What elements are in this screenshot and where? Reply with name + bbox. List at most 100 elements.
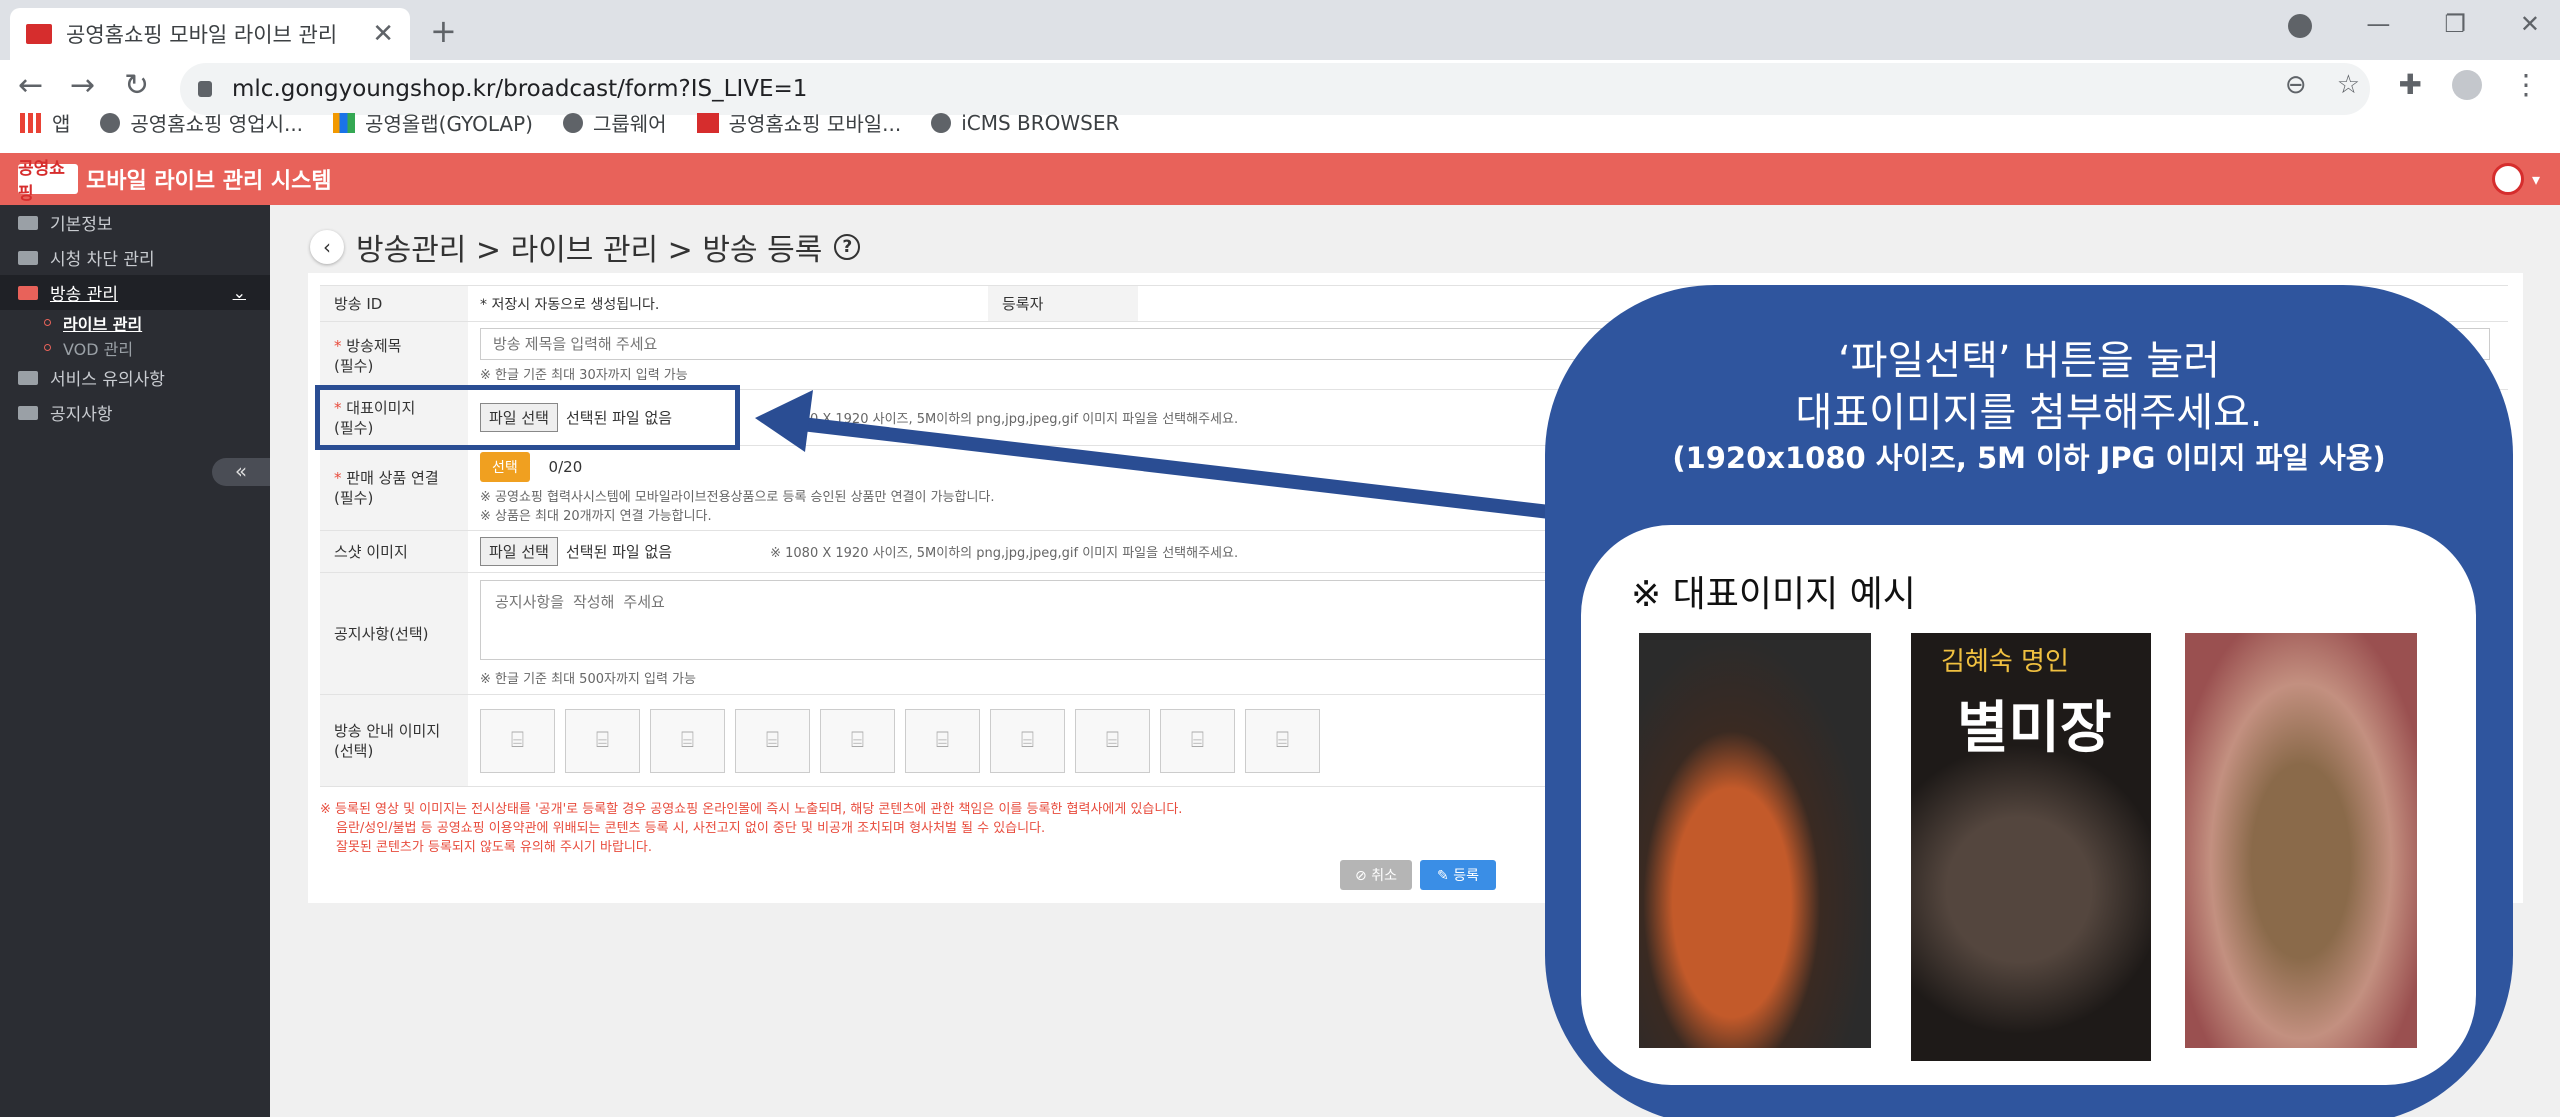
snapshot-hint: ※ 1080 X 1920 사이즈, 5M이하의 png,jpg,jpeg,gi… — [770, 546, 1239, 561]
label-notice: 공지사항(선택) — [320, 572, 468, 695]
camera-icon: ⌸ — [850, 728, 865, 753]
lock-icon — [198, 81, 212, 97]
label-snapshot: 스샷 이미지 — [320, 530, 468, 573]
bookmark-gyolap[interactable]: 공영올랩(GYOLAP) — [333, 108, 533, 137]
example-product-text: 별미장 — [1957, 696, 2112, 761]
camera-icon: ⌸ — [1020, 728, 1035, 753]
bookmark-icms[interactable]: iCMS BROWSER — [931, 111, 1119, 135]
label-broadcast-id: 방송 ID — [320, 285, 468, 322]
example-image-abalone: 김혜숙 명인 별미장 — [1911, 633, 2151, 1061]
app-header: 공영쇼핑 모바일 라이브 관리 시스템 ▾ — [0, 153, 2560, 205]
sidebar-subitem-vod[interactable]: VOD 관리 — [0, 335, 270, 360]
apps-grid-icon — [20, 112, 42, 133]
sidebar-item-block-management[interactable]: 시청 차단 관리 — [0, 240, 270, 275]
example-panel: ※ 대표이미지 예시 김혜숙 명인 별미장 — [1581, 525, 2476, 1085]
chevron-down-icon: ⌄ — [232, 283, 246, 302]
camera-icon: ⌸ — [1190, 728, 1205, 753]
example-brand-text: 김혜숙 명인 — [1941, 647, 2069, 677]
guide-image-slot[interactable]: ⌸ — [905, 708, 980, 773]
guide-image-slot[interactable]: ⌸ — [820, 708, 895, 773]
tag-icon — [18, 215, 38, 230]
bullet-icon — [44, 319, 51, 326]
close-tab-icon[interactable]: ✕ — [372, 19, 394, 49]
bookmark-groupware[interactable]: 그룹웨어 — [562, 108, 667, 137]
example-image-kimchi — [1639, 633, 1871, 1048]
back-button[interactable]: ‹ — [310, 230, 344, 264]
camera-icon: ⌸ — [935, 728, 950, 753]
broadcast-id-value: * 저장시 자동으로 생성됩니다. — [468, 285, 988, 322]
callout-line-1: ‘파일선택’ 버튼을 눌러 — [1837, 338, 2221, 384]
sidebar-item-broadcast-management[interactable]: 방송 관리 ⌄ — [0, 275, 270, 310]
sidebar: 기본정보 시청 차단 관리 방송 관리 ⌄ 라이브 관리 VOD 관리 서비스 유… — [0, 205, 270, 1117]
profile-avatar[interactable] — [2452, 69, 2482, 100]
bullet-icon — [44, 344, 51, 351]
callout-subtitle: (1920x1080 사이즈, 5M 이하 JPG 이미지 파일 사용) — [1672, 441, 2386, 475]
browser-tab-bar: 공영홈쇼핑 모바일 라이브 관리 ✕ + — ❐ ✕ — [0, 0, 2560, 60]
content-warning: ※ 등록된 영상 및 이미지는 전시상태를 '공개'로 등록할 경우 공영쇼핑 … — [320, 800, 1182, 857]
guide-image-slot[interactable]: ⌸ — [1160, 708, 1235, 773]
guide-image-slot[interactable]: ⌸ — [480, 708, 555, 773]
maximize-icon[interactable]: ❐ — [2444, 10, 2466, 38]
guide-image-slot[interactable]: ⌸ — [565, 708, 640, 773]
help-icon[interactable]: ? — [834, 234, 861, 260]
chevron-down-icon[interactable]: ▾ — [2532, 170, 2540, 189]
user-avatar[interactable] — [2491, 163, 2524, 195]
guide-image-slot[interactable]: ⌸ — [650, 708, 725, 773]
label-product: 판매 상품 연결 — [346, 469, 439, 487]
label-registrant: 등록자 — [988, 285, 1138, 322]
page-title: 방송관리 > 라이브 관리 > 방송 등록 — [356, 233, 823, 268]
warning-line-3: 잘못된 콘텐츠가 등록되지 않도록 유의해 주시기 바랍니다. — [336, 840, 652, 855]
back-arrow-icon[interactable]: ← — [18, 68, 43, 103]
instruction-callout: ‘파일선택’ 버튼을 눌러 대표이미지를 첨부해주세요. (1920x1080 … — [1545, 285, 2513, 1117]
globe-icon — [100, 112, 121, 133]
new-tab-button[interactable]: + — [430, 12, 457, 50]
url-path: /broadcast/form?IS_LIVE=1 — [495, 76, 808, 102]
collapse-sidebar-button[interactable]: « — [212, 458, 270, 486]
sidebar-subitem-live[interactable]: 라이브 관리 — [0, 310, 270, 335]
forward-arrow-icon[interactable]: → — [70, 68, 95, 103]
bookmark-sales[interactable]: 공영홈쇼핑 영업시... — [100, 108, 303, 137]
sidebar-item-service-notes[interactable]: 서비스 유의사항 — [0, 360, 270, 395]
browser-tab[interactable]: 공영홈쇼핑 모바일 라이브 관리 ✕ — [10, 8, 410, 60]
submit-button[interactable]: ✎ 등록 — [1420, 860, 1496, 890]
shop-logo-icon — [696, 112, 719, 133]
extensions-icon[interactable]: ✚ — [2399, 68, 2422, 101]
guide-image-slot[interactable]: ⌸ — [1245, 708, 1320, 773]
zoom-icon[interactable]: ⊖ — [2285, 70, 2307, 100]
camera-icon: ⌸ — [1275, 728, 1290, 753]
video-camera-icon — [18, 285, 38, 300]
guide-image-slot[interactable]: ⌸ — [735, 708, 810, 773]
cancel-button[interactable]: ⊘ 취소 — [1340, 860, 1412, 890]
reload-icon[interactable]: ↻ — [124, 68, 149, 103]
warning-line-1: ※ 등록된 영상 및 이미지는 전시상태를 '공개'로 등록할 경우 공영쇼핑 … — [320, 802, 1183, 817]
flag-icon — [18, 370, 38, 385]
example-title: ※ 대표이미지 예시 — [1631, 574, 1916, 615]
sidebar-item-basic-info[interactable]: 기본정보 — [0, 205, 270, 240]
app-title: 모바일 라이브 관리 시스템 — [86, 169, 332, 194]
snapshot-no-file: 선택된 파일 없음 — [565, 543, 673, 561]
app-logo[interactable]: 공영쇼핑 — [18, 159, 78, 204]
bookmark-star-icon[interactable]: ☆ — [2337, 70, 2360, 100]
menu-kebab-icon[interactable]: ⋮ — [2512, 68, 2540, 101]
select-product-button[interactable]: 선택 — [480, 452, 530, 482]
snapshot-file-button[interactable]: 파일 선택 — [480, 537, 558, 566]
globe-icon — [562, 112, 583, 133]
user-menu[interactable]: ▾ — [2491, 163, 2540, 195]
tab-search-icon[interactable] — [2288, 14, 2313, 38]
label-title: 방송제목 — [346, 336, 402, 355]
bookmark-mobile[interactable]: 공영홈쇼핑 모바일... — [696, 108, 901, 137]
guide-image-slot[interactable]: ⌸ — [990, 708, 1065, 773]
window-controls: — ❐ ✕ — [2288, 10, 2540, 38]
example-image-flatfish — [2185, 633, 2417, 1048]
sidebar-item-notices[interactable]: 공지사항 — [0, 395, 270, 430]
browser-toolbar: ← → ↻ mlc.gongyoungshop.kr/broadcast/for… — [0, 60, 2560, 160]
camera-icon: ⌸ — [510, 728, 525, 753]
camera-icon: ⌸ — [595, 728, 610, 753]
bookmark-apps[interactable]: 앱 — [20, 108, 70, 137]
close-window-icon[interactable]: ✕ — [2520, 10, 2540, 38]
guide-image-slot[interactable]: ⌸ — [1075, 708, 1150, 773]
minimize-icon[interactable]: — — [2366, 10, 2390, 38]
globe-icon — [931, 112, 952, 133]
breadcrumb: ‹ 방송관리 > 라이브 관리 > 방송 등록 ? — [310, 225, 861, 269]
chart-icon — [333, 112, 356, 133]
